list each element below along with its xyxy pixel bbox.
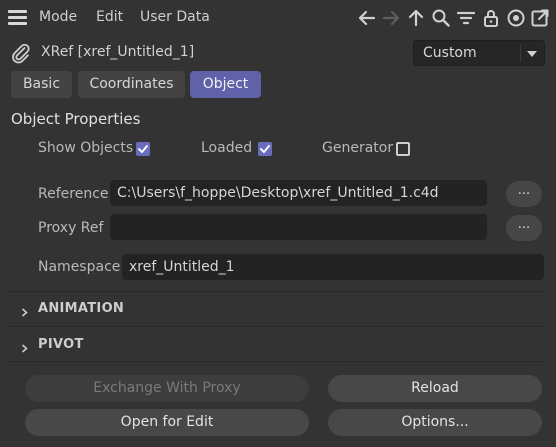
mode-dropdown[interactable]: Custom	[413, 40, 545, 66]
proxy-ref-field[interactable]	[110, 214, 487, 240]
options-button[interactable]: Options...	[328, 409, 542, 436]
namespace-label: Namespace	[38, 259, 121, 275]
xref-paperclip-icon	[10, 42, 32, 64]
show-objects-checkbox[interactable]	[136, 142, 150, 156]
loaded-checkbox[interactable]	[258, 142, 272, 156]
dropdown-separator	[520, 44, 521, 62]
tab-coordinates[interactable]: Coordinates	[78, 71, 185, 98]
proxy-ref-label: Proxy Ref	[38, 220, 104, 236]
generator-label: Generator	[322, 140, 394, 156]
reload-button[interactable]: Reload	[328, 375, 542, 402]
reference-label: Reference	[38, 186, 109, 202]
tab-basic[interactable]: Basic	[11, 71, 72, 98]
arrow-left-icon[interactable]	[357, 8, 377, 28]
new-window-icon[interactable]	[530, 8, 550, 28]
menu-edit[interactable]: Edit	[96, 9, 123, 25]
divider	[6, 361, 544, 362]
chevron-right-icon[interactable]	[20, 302, 29, 317]
exchange-with-proxy-button[interactable]: Exchange With Proxy	[25, 375, 309, 402]
divider	[6, 291, 544, 292]
open-for-edit-button[interactable]: Open for Edit	[25, 409, 309, 436]
chevron-right-icon[interactable]	[20, 338, 29, 353]
namespace-field[interactable]: xref_Untitled_1	[122, 254, 544, 280]
arrow-right-icon[interactable]	[381, 8, 401, 28]
group-pivot[interactable]: PIVOT	[38, 337, 84, 352]
target-icon[interactable]	[506, 8, 526, 28]
proxy-ref-browse-button[interactable]: ...	[506, 215, 542, 241]
arrow-up-icon[interactable]	[406, 8, 426, 28]
object-title: XRef [xref_Untitled_1]	[41, 44, 195, 60]
loaded-label: Loaded	[201, 140, 253, 156]
show-objects-label: Show Objects	[38, 140, 134, 156]
reference-field[interactable]: C:\Users\f_hoppe\Desktop\xref_Untitled_1…	[110, 180, 487, 206]
menu-user-data[interactable]: User Data	[140, 9, 210, 25]
hamburger-menu-icon[interactable]	[8, 10, 27, 25]
generator-checkbox[interactable]	[396, 142, 410, 156]
section-title: Object Properties	[11, 110, 141, 128]
group-animation[interactable]: ANIMATION	[38, 301, 124, 316]
menu-mode[interactable]: Mode	[39, 9, 77, 25]
reference-browse-button[interactable]: ...	[506, 181, 542, 207]
search-icon[interactable]	[431, 8, 451, 28]
lock-icon[interactable]	[481, 8, 501, 28]
chevron-down-icon	[527, 51, 537, 57]
filter-icon[interactable]	[456, 8, 476, 28]
mode-dropdown-value: Custom	[423, 45, 477, 61]
divider	[6, 326, 544, 327]
tab-object[interactable]: Object	[190, 71, 261, 98]
